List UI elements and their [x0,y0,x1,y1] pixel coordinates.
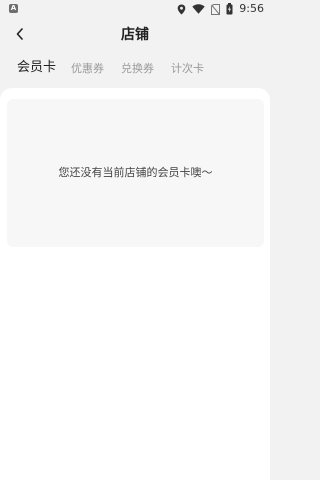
no-sim-icon [211,3,221,15]
empty-state-card: 您还没有当前店铺的会员卡噢～ [7,99,264,247]
battery-icon [226,3,233,15]
status-time: 9:56 [239,2,264,15]
tab-coupons[interactable]: 优惠券 [71,61,104,77]
empty-state-message: 您还没有当前店铺的会员卡噢～ [58,166,213,179]
tab-vouchers[interactable]: 兑换券 [121,61,154,77]
header: 店铺 [0,18,270,52]
wifi-icon [192,4,205,14]
notification-glyph: A [10,4,17,12]
page-title: 店铺 [121,27,149,43]
tab-bar: 会员卡 优惠券 兑换券 计次卡 [0,58,270,82]
tab-punch-card[interactable]: 计次卡 [171,61,204,77]
status-bar: A 9:56 [0,0,270,18]
status-icons: 9:56 [177,2,264,16]
content-panel: 您还没有当前店铺的会员卡噢～ [0,88,270,480]
notification-icon: A [9,4,18,13]
tab-membership-card[interactable]: 会员卡 [17,60,56,76]
location-icon [177,4,186,14]
